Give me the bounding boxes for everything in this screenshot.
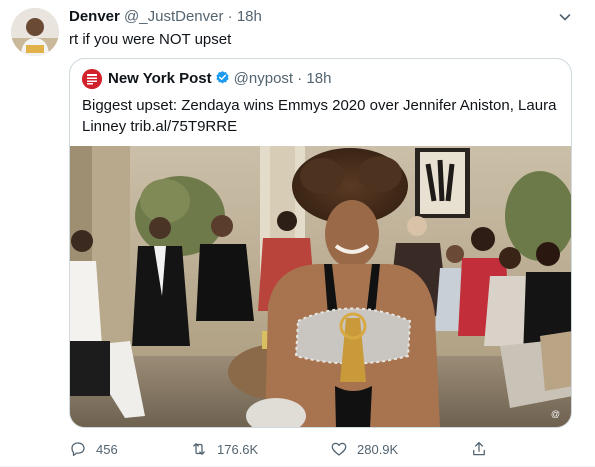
quoted-author-handle[interactable]: @nypost	[234, 70, 293, 87]
nypost-logo	[82, 69, 102, 89]
tweet-actions: 456 176.6K 280.9K	[69, 438, 529, 460]
retweet-icon	[193, 443, 205, 455]
reply-icon	[71, 442, 85, 457]
video-thumbnail[interactable]: @	[70, 146, 571, 427]
chevron-down-icon[interactable]	[557, 9, 573, 25]
reply-button[interactable]: 456	[69, 438, 118, 460]
share-button[interactable]	[470, 438, 497, 460]
author-avatar[interactable]	[11, 8, 59, 56]
verified-badge-icon	[215, 70, 230, 85]
quoted-separator-dot: ·	[297, 70, 303, 87]
author-handle[interactable]: @_JustDenver	[124, 8, 223, 25]
quoted-tweet-header: New York Post @nypost · 18h	[108, 70, 331, 88]
retweet-count: 176.6K	[217, 441, 259, 457]
tweet-text: rt if you were NOT upset	[69, 31, 232, 48]
tweet-timestamp[interactable]: 18h	[237, 8, 262, 25]
quoted-author-name[interactable]: New York Post	[108, 70, 212, 87]
svg-text:@: @	[551, 409, 560, 419]
reply-count: 456	[96, 441, 118, 457]
like-count: 280.9K	[357, 441, 399, 457]
separator-dot: ·	[227, 8, 233, 25]
quoted-timestamp[interactable]: 18h	[306, 70, 331, 87]
author-name[interactable]: Denver	[69, 8, 120, 25]
tweet-header: Denver @_JustDenver · 18h	[69, 8, 262, 26]
retweet-button[interactable]: 176.6K	[190, 438, 258, 460]
like-button[interactable]: 280.9K	[330, 438, 398, 460]
tweet[interactable]: Denver @_JustDenver · 18h rt if you were…	[0, 0, 595, 467]
share-icon	[473, 441, 485, 456]
heart-icon	[331, 442, 347, 456]
quoted-tweet-text: Biggest upset: Zendaya wins Emmys 2020 o…	[82, 97, 557, 135]
quoted-tweet[interactable]: New York Post @nypost · 18h Biggest upset…	[69, 58, 572, 428]
